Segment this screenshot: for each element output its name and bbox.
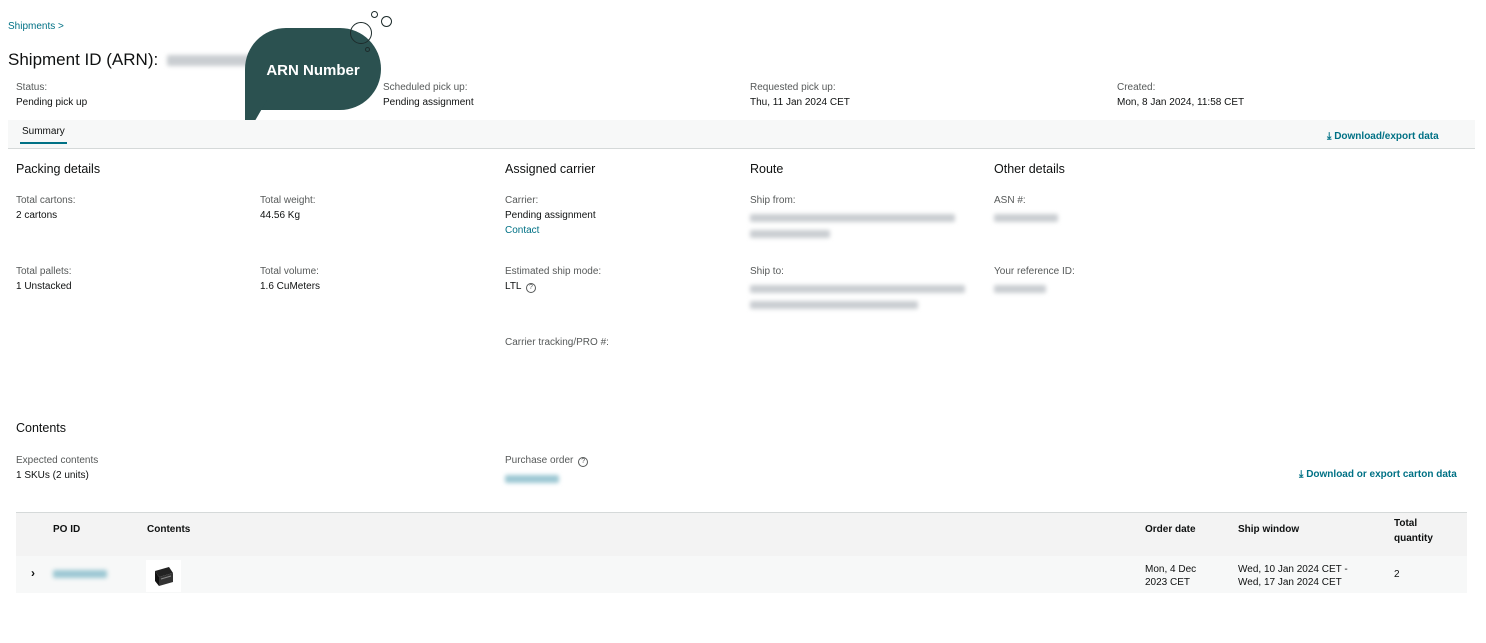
ship-mode-row: LTL ? [505,281,601,293]
carrier-field: Carrier: Pending assignment Contact [505,195,596,236]
expand-chevron-icon[interactable]: › [31,566,35,580]
scheduled-pickup-label: Scheduled pick up: [383,82,468,93]
ship-from-label: Ship from: [750,195,796,206]
scheduled-pickup-value: Pending assignment [383,97,474,108]
decor-circle-small [371,11,378,18]
total-pallets-label: Total pallets: [16,266,72,277]
total-pallets-value: 1 Unstacked [16,281,72,292]
requested-pickup-value: Thu, 11 Jan 2024 CET [750,97,850,108]
purchase-order-redacted-link[interactable] [505,474,559,483]
download-export-button[interactable]: ⤓ Download/export data [1327,131,1439,142]
total-pallets-field: Total pallets: 1 Unstacked [16,266,72,292]
ship-mode-field: Estimated ship mode: LTL ? [505,266,601,293]
ship-to-label: Ship to: [750,266,784,277]
total-weight-value: 44.56 Kg [260,210,301,221]
col-po-id[interactable]: PO ID [53,524,80,535]
col-ship-window[interactable]: Ship window [1238,524,1299,535]
tab-bar [8,120,1475,149]
order-date-line2: 2023 CET [1145,577,1191,588]
contents-heading: Contents [16,421,67,435]
reference-label: Your reference ID: [994,266,1075,277]
carrier-heading: Assigned carrier [505,162,596,176]
product-thumbnail[interactable] [146,560,181,592]
help-icon[interactable]: ? [578,457,589,467]
tracking-field: Carrier tracking/PRO #: [505,337,609,348]
asn-field: ASN #: [994,195,1058,224]
total-cartons-label: Total cartons: [16,195,76,206]
total-cartons-value: 2 cartons [16,210,58,221]
ship-to-redacted-1 [750,284,965,293]
col-contents[interactable]: Contents [147,524,190,535]
decor-circle-large [350,22,372,44]
download-export-label: Download/export data [1334,131,1439,142]
ship-from-redacted-1 [750,213,955,222]
reference-field: Your reference ID: [994,266,1075,295]
route-heading: Route [750,162,784,176]
asn-label: ASN #: [994,195,1026,206]
total-volume-label: Total volume: [260,266,319,277]
ship-mode-label: Estimated ship mode: [505,266,602,277]
col-total-quantity-line1: Total [1394,518,1418,529]
quantity-cell: 2 [1394,569,1400,580]
download-carton-label: Download or export carton data [1306,469,1457,480]
order-date-cell: Mon, 4 Dec 2023 CET [1145,563,1196,589]
reference-redacted [994,284,1046,293]
arn-value-redacted [166,55,257,67]
col-total-quantity[interactable]: Total quantity [1394,516,1433,546]
requested-pickup-label: Requested pick up: [750,82,836,93]
status-label: Status: [16,82,48,93]
created-label: Created: [1117,82,1156,93]
carrier-label: Carrier: [505,195,539,206]
created-field: Created: Mon, 8 Jan 2024, 11:58 CET [1117,82,1244,108]
total-volume-field: Total volume: 1.6 CuMeters [260,266,320,292]
breadcrumb-shipments[interactable]: Shipments > [8,21,64,32]
ship-from-redacted-2 [750,229,830,238]
expected-contents-label: Expected contents [16,455,99,466]
annotation-label: ARN Number [266,62,360,79]
total-cartons-field: Total cartons: 2 cartons [16,195,75,221]
expected-contents-value: 1 SKUs (2 units) [16,470,89,481]
purchase-order-row: Purchase order ? [505,455,589,467]
col-total-quantity-line2: quantity [1394,533,1433,544]
ship-window-line1: Wed, 10 Jan 2024 CET - [1238,564,1348,575]
status-value: Pending pick up [16,97,88,108]
download-icon: ⤓ [1327,131,1332,142]
col-order-date[interactable]: Order date [1145,524,1196,535]
tab-summary-indicator [20,142,67,144]
ship-to-redacted-2 [750,300,918,309]
expected-contents-field: Expected contents 1 SKUs (2 units) [16,455,98,481]
download-icon: ⤓ [1299,469,1304,480]
order-date-line1: Mon, 4 Dec [1145,564,1197,575]
scheduled-pickup-field: Scheduled pick up: Pending assignment [383,82,474,108]
total-weight-label: Total weight: [260,195,316,206]
purchase-order-field: Purchase order ? [505,455,589,485]
download-carton-button[interactable]: ⤓ Download or export carton data [1299,469,1457,480]
contact-link[interactable]: Contact [505,225,596,236]
total-volume-value: 1.6 CuMeters [260,281,321,292]
created-value: Mon, 8 Jan 2024, 11:58 CET [1117,97,1245,108]
product-box-icon [155,567,173,586]
help-icon[interactable]: ? [525,283,536,293]
packing-heading: Packing details [16,162,101,176]
asn-redacted [994,213,1058,222]
carrier-value: Pending assignment [505,210,596,221]
status-field: Status: Pending pick up [16,82,87,108]
ship-window-cell: Wed, 10 Jan 2024 CET - Wed, 17 Jan 2024 … [1238,563,1348,589]
ship-to-field: Ship to: [750,266,965,313]
ship-window-line2: Wed, 17 Jan 2024 CET [1238,577,1342,588]
purchase-order-label: Purchase order [505,455,574,466]
ship-from-field: Ship from: [750,195,955,242]
page-title-text: Shipment ID (ARN): [8,50,159,69]
tab-summary[interactable]: Summary [22,126,65,137]
po-id-redacted-link[interactable] [53,570,107,578]
decor-circle-tiny [365,47,370,52]
total-weight-field: Total weight: 44.56 Kg [260,195,316,221]
page-title: Shipment ID (ARN): [8,50,257,70]
requested-pickup-field: Requested pick up: Thu, 11 Jan 2024 CET [750,82,850,108]
other-heading: Other details [994,162,1065,176]
tracking-label: Carrier tracking/PRO #: [505,337,609,348]
decor-circle-medium [381,16,392,27]
ship-mode-value: LTL [505,281,522,292]
